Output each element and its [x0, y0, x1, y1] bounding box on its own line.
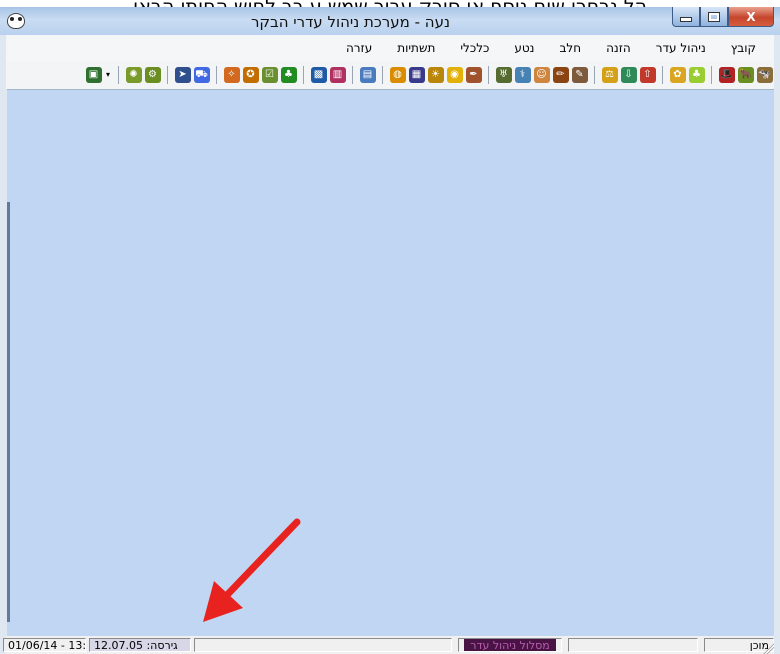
- tree-icon[interactable]: ♣: [280, 67, 297, 83]
- resize-grip-icon[interactable]: [762, 642, 774, 654]
- table-icon[interactable]: ▥: [329, 67, 346, 83]
- chart2-icon[interactable]: ✧: [223, 67, 240, 83]
- balance-icon[interactable]: ⚖: [601, 67, 618, 83]
- menu-item-milk[interactable]: חלב: [552, 41, 588, 55]
- globe-icon[interactable]: ◍: [389, 67, 406, 83]
- maximize-icon: [708, 11, 720, 22]
- window-title: נעה - מערכת ניהול עדרי הבקר: [250, 13, 450, 31]
- minimize-icon: [680, 17, 692, 22]
- menu-bar: קובץ ניהול עדר הזנה חלב נטע כלכלי תשתיות…: [6, 35, 774, 61]
- toolbar-separator: [662, 66, 663, 84]
- milk-icon[interactable]: ◉: [446, 67, 463, 83]
- menu-item-herd-management[interactable]: ניהול עדר: [649, 41, 713, 55]
- chart-icon[interactable]: ✪: [242, 67, 259, 83]
- menu-item-help[interactable]: עזרה: [339, 41, 379, 55]
- toolbar-separator: [303, 66, 304, 84]
- syringe-icon[interactable]: ⚕: [514, 67, 531, 83]
- window-controls: X: [672, 7, 774, 27]
- menu-item-infrastructure[interactable]: תשתיות: [390, 41, 442, 55]
- tag-icon[interactable]: ♅: [495, 67, 512, 83]
- menu-item-feeding[interactable]: הזנה: [599, 41, 638, 55]
- cow-icon[interactable]: [7, 12, 25, 30]
- feed-icon[interactable]: ♣: [688, 67, 705, 83]
- menu-item-economic[interactable]: כלכלי: [453, 41, 496, 55]
- person-icon[interactable]: ☺: [533, 67, 550, 83]
- truck2-icon[interactable]: ➤: [174, 67, 191, 83]
- calc-icon[interactable]: ▩: [310, 67, 327, 83]
- close-button[interactable]: X: [728, 7, 774, 27]
- cow-edit-icon[interactable]: ✎: [571, 67, 588, 83]
- pencil-icon[interactable]: ✏: [552, 67, 569, 83]
- toolbar: 🐄 🐂 🎩 ♣ ✿ ⇧ ⇩ ⚖ ✎ ✏ ☺ ⚕ ♅ ✒ ◉ ☀ ▦ ◍ ▤ ▥ ▩ ♣ ☑ ✪ ✧ ⛟ ➤ ⚙ ✺ ▾ ▣: [6, 61, 774, 89]
- quill-icon[interactable]: ✒: [465, 67, 482, 83]
- cow-group-icon[interactable]: 🐂: [737, 67, 754, 83]
- toolbar-separator: [118, 66, 119, 84]
- status-bar: מוכן מסלול ניהול עדר גירסה: 12.07.05 01/…: [3, 636, 774, 654]
- report-icon[interactable]: ☑: [261, 67, 278, 83]
- status-version: גירסה: 12.07.05: [89, 638, 191, 652]
- maximize-button[interactable]: [700, 7, 728, 27]
- grain-icon[interactable]: ✿: [669, 67, 686, 83]
- toolbar-separator: [711, 66, 712, 84]
- status-module-label: מסלול ניהול עדר: [464, 639, 556, 651]
- minimize-button[interactable]: [672, 7, 700, 27]
- status-panel-4: [194, 638, 452, 652]
- grid-icon[interactable]: ▦: [408, 67, 425, 83]
- status-panel-2: [568, 638, 698, 652]
- doc-icon[interactable]: ▤: [359, 67, 376, 83]
- toolbar-separator: [216, 66, 217, 84]
- menu-item-neta[interactable]: נטע: [507, 41, 541, 55]
- truck-icon[interactable]: ⛟: [193, 67, 210, 83]
- lamp-icon[interactable]: ☀: [427, 67, 444, 83]
- export-icon[interactable]: ⇧: [639, 67, 656, 83]
- hat-icon[interactable]: 🎩: [718, 67, 735, 83]
- toolbar-separator: [352, 66, 353, 84]
- import-icon[interactable]: ⇩: [620, 67, 637, 83]
- status-datetime: 01/06/14 - 13:11: [3, 638, 86, 652]
- menu-item-file[interactable]: קובץ: [724, 41, 763, 55]
- mdi-client-area[interactable]: [7, 89, 774, 637]
- gear-icon[interactable]: ⚙: [144, 67, 161, 83]
- status-panel-3: מסלול ניהול עדר: [458, 638, 562, 652]
- toolbar-separator: [382, 66, 383, 84]
- toolbar-dropdown-icon[interactable]: ▾: [103, 67, 113, 83]
- left-edge-accent: [7, 202, 10, 622]
- cow-profile-icon[interactable]: 🐄: [756, 67, 773, 83]
- title-bar[interactable]: נעה - מערכת ניהול עדרי הבקר X: [0, 7, 780, 35]
- settings-icon[interactable]: ✺: [125, 67, 142, 83]
- toolbar-separator: [488, 66, 489, 84]
- last-icon[interactable]: ▣: [85, 67, 102, 83]
- toolbar-separator: [594, 66, 595, 84]
- toolbar-separator: [167, 66, 168, 84]
- app-window: נעה - מערכת ניהול עדרי הבקר X קובץ ניהול…: [0, 7, 780, 654]
